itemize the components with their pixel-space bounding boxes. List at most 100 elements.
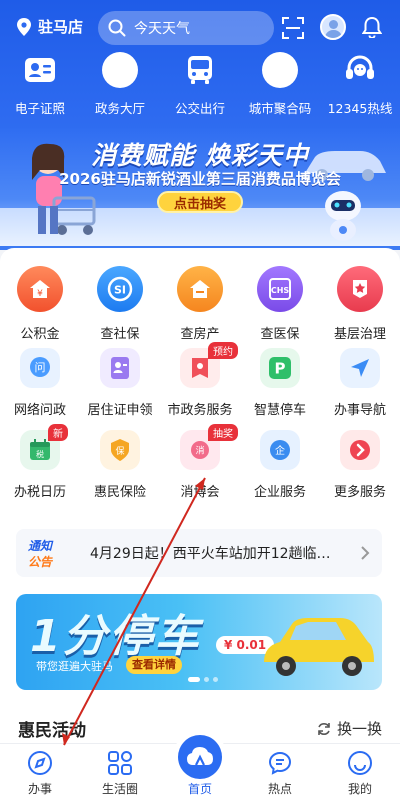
yellow-car-illustration [264, 618, 374, 676]
banner-draw-button[interactable]: 点击抽奖 [157, 191, 243, 213]
quick-link-hotline[interactable]: 12345热线 [320, 52, 400, 118]
refresh-button[interactable]: 换一换 [317, 718, 382, 739]
service-label: 智慧停车 [253, 403, 306, 418]
appointment-badge: 预约 [208, 342, 238, 359]
nav-item-services[interactable]: 办事 [0, 744, 80, 800]
quick-link-e-license[interactable]: 电子证照 [0, 52, 80, 118]
notice-tag: 通知 公告 [28, 535, 76, 571]
service-label: 办税日历 [13, 485, 66, 500]
home-cloud-icon [178, 735, 222, 779]
service-online-inquiry[interactable]: 问 网络问政 [0, 348, 80, 430]
location-selector[interactable]: 驻马店 [16, 16, 83, 37]
lottery-badge: 抽奖 [208, 424, 238, 441]
notice-tag-bottom: 公告 [28, 555, 53, 569]
service-enterprise[interactable]: 企 企业服务 [240, 430, 320, 512]
service-label: 市政务服务 [167, 403, 233, 418]
governance-icon [337, 266, 383, 312]
search-placeholder: 今天天气 [134, 21, 190, 37]
top-bar: 驻马店 今天天气 [0, 10, 400, 46]
refresh-icon [318, 722, 330, 735]
blank-circle-icon [102, 52, 138, 88]
search-icon [108, 19, 126, 37]
service-navigation[interactable]: 办事导航 [320, 348, 400, 430]
compass-icon [28, 751, 52, 775]
service-municipal-affairs[interactable]: 预约 市政务服务 [160, 342, 240, 430]
service-property[interactable]: 查房产 [160, 266, 240, 348]
service-label: 基层治理 [333, 327, 386, 342]
svg-text:CHS: CHS [271, 286, 290, 295]
header: 驻马店 今天天气 电子证照 政务大厅 公交出行 城市聚合码 12345热线 消费… [0, 0, 400, 250]
nav-item-profile[interactable]: 我的 [320, 744, 400, 800]
carousel-indicator [186, 677, 220, 682]
quick-link-label: 政务大厅 [94, 101, 145, 116]
quick-link-bus[interactable]: 公交出行 [160, 52, 240, 118]
quick-link-hall[interactable]: 政务大厅 [80, 52, 160, 118]
property-icon [177, 266, 223, 312]
quick-link-city-code[interactable]: 城市聚合码 [240, 52, 320, 118]
svg-text:消: 消 [195, 445, 204, 457]
notice-tag-top: 通知 [28, 539, 53, 553]
chat-bubble-icon [268, 751, 292, 775]
location-pin-icon [17, 17, 31, 36]
svg-text:问: 问 [35, 361, 46, 374]
new-badge: 新 [48, 424, 68, 441]
banner-title: 消费赋能 焕彩天中 [91, 141, 309, 170]
ad-detail-button[interactable]: 查看详情 [126, 656, 182, 674]
notice-text: 4月29日起！西平火车站加开12趟临… [90, 546, 331, 562]
svg-text:P: P [275, 360, 286, 378]
notice-bar[interactable]: 通知 公告 4月29日起！西平火车站加开12趟临… [16, 529, 382, 577]
quick-link-label: 12345热线 [327, 101, 393, 116]
house-fund-icon: ¥ [17, 266, 63, 312]
medical-insurance-icon: CHS [257, 266, 303, 312]
service-medical-insurance[interactable]: CHS 查医保 [240, 266, 320, 348]
quick-link-label: 公交出行 [174, 101, 225, 116]
avatar[interactable] [320, 14, 346, 40]
nav-item-hot[interactable]: 热点 [240, 744, 320, 800]
service-label: 惠民保险 [93, 485, 146, 500]
inquiry-icon: 问 [20, 348, 60, 388]
nav-label: 生活圈 [101, 782, 138, 796]
robot-illustration [325, 191, 361, 241]
quick-link-label: 城市聚合码 [248, 101, 312, 116]
nav-item-life[interactable]: 生活圈 [80, 744, 160, 800]
service-more[interactable]: 更多服务 [320, 430, 400, 512]
search-input[interactable]: 今天天气 [98, 11, 274, 45]
ad-tagline: 带您逛遍大驻马 [36, 660, 113, 673]
parking-ad-banner[interactable]: 1分停车 带您逛遍大驻马 查看详情 ¥ 0.01 [16, 594, 382, 690]
bell-icon[interactable] [362, 16, 382, 38]
service-governance[interactable]: 基层治理 [320, 266, 400, 348]
service-label: 办事导航 [333, 403, 386, 418]
scan-icon[interactable] [282, 17, 304, 39]
quick-links: 电子证照 政务大厅 公交出行 城市聚合码 12345热线 [0, 52, 400, 118]
parking-icon: P [260, 348, 300, 388]
home-button[interactable] [173, 730, 227, 784]
service-label: 网络问政 [13, 403, 66, 418]
service-label: 居住证申领 [87, 403, 153, 418]
grid-icon [108, 751, 132, 775]
service-tax-calendar[interactable]: 税 新 办税日历 [0, 424, 80, 512]
chevron-right-icon [361, 546, 370, 560]
service-residence-permit[interactable]: 居住证申领 [80, 348, 160, 430]
bus-icon [182, 52, 218, 88]
blank-circle-icon [262, 52, 298, 88]
location-label: 驻马店 [38, 18, 84, 36]
service-label: 查社保 [100, 327, 140, 342]
service-label: 查房产 [180, 327, 220, 342]
svg-text:SI: SI [114, 284, 126, 297]
nav-label: 办事 [27, 782, 52, 796]
service-social-security[interactable]: SI 查社保 [80, 266, 160, 348]
navigation-icon [340, 348, 380, 388]
service-insurance[interactable]: 保 惠民保险 [80, 430, 160, 512]
ad-headline: 1分停车 [30, 611, 201, 662]
services-card: ¥ 公积金 SI 查社保 查房产 CHS 查医保 基层治理 问 网络问政 居住证… [0, 248, 400, 743]
svg-text:¥: ¥ [37, 289, 43, 299]
profile-icon [348, 751, 372, 775]
nav-label: 我的 [347, 782, 372, 796]
promo-banner[interactable]: 消费赋能 焕彩天中 2026驻马店新锐酒业第三届消费品博览会 点击抽奖 [0, 128, 400, 246]
svg-text:保: 保 [115, 445, 124, 457]
service-smart-parking[interactable]: P 智慧停车 [240, 348, 320, 430]
service-housing-fund[interactable]: ¥ 公积金 [0, 266, 80, 348]
quick-link-label: 电子证照 [14, 101, 65, 116]
svg-text:税: 税 [36, 449, 44, 459]
service-consumer-expo[interactable]: 消 抽奖 消博会 [160, 424, 240, 512]
